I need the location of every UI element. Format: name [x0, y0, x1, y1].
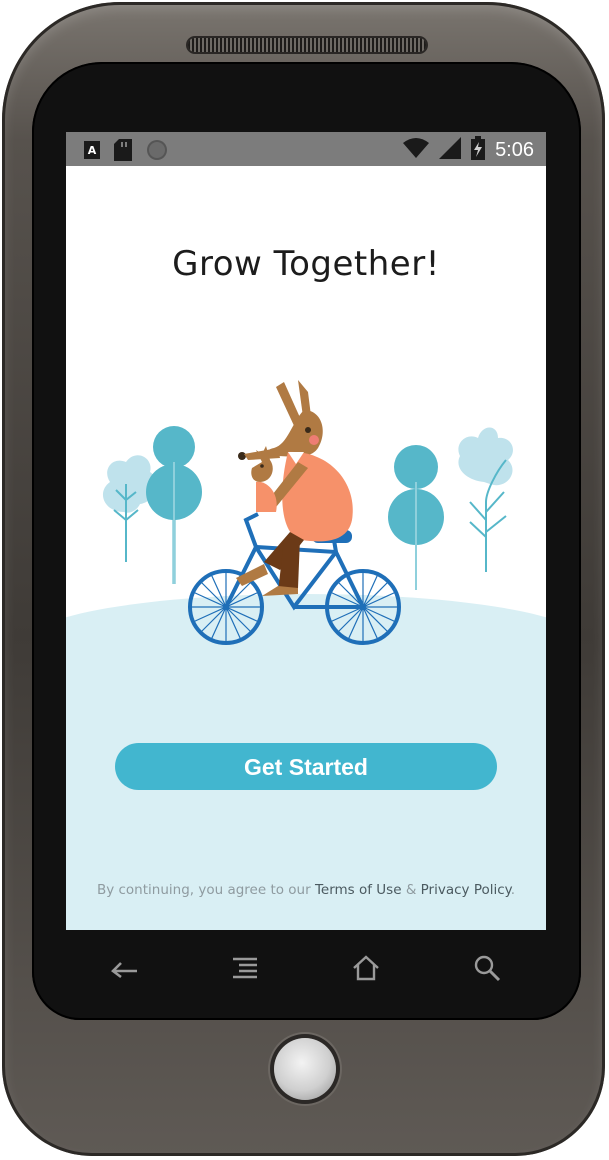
tree-light-left [102, 455, 157, 562]
earpiece-speaker [188, 38, 426, 52]
kangaroo-bike-illustration [102, 380, 513, 645]
system-nav-bar [66, 938, 546, 998]
terms-of-use-link[interactable]: Terms of Use [315, 882, 402, 898]
svg-text:A: A [88, 144, 97, 157]
legal-notice: By continuing, you agree to our Terms of… [66, 882, 546, 898]
tree-dark-left [146, 426, 202, 584]
hardware-trackball-button[interactable] [274, 1038, 336, 1100]
keyboard-a-icon: A [84, 141, 100, 163]
search-icon[interactable] [467, 948, 507, 988]
signal-icon [439, 137, 462, 163]
menu-icon[interactable] [225, 948, 265, 988]
legal-prefix: By continuing, you agree to our [96, 882, 315, 898]
tree-light-right [458, 427, 513, 572]
sync-circle-icon [146, 139, 168, 165]
app-screen: A 5:06 Grow Together! Get Started By con… [66, 132, 546, 930]
legal-and: & [401, 882, 421, 898]
back-icon[interactable] [104, 948, 144, 988]
legal-suffix: . [510, 882, 516, 898]
tree-dark-right [388, 445, 444, 590]
status-bar: A 5:06 [66, 132, 546, 166]
status-clock: 5:06 [495, 138, 534, 161]
home-icon[interactable] [346, 948, 386, 988]
battery-charging-icon [471, 136, 486, 164]
sd-card-icon [114, 139, 132, 165]
privacy-policy-link[interactable]: Privacy Policy [421, 882, 511, 898]
wifi-icon [403, 137, 430, 163]
get-started-button[interactable]: Get Started [115, 743, 497, 790]
page-title: Grow Together! [172, 244, 440, 284]
kangaroo-rider [236, 380, 353, 596]
